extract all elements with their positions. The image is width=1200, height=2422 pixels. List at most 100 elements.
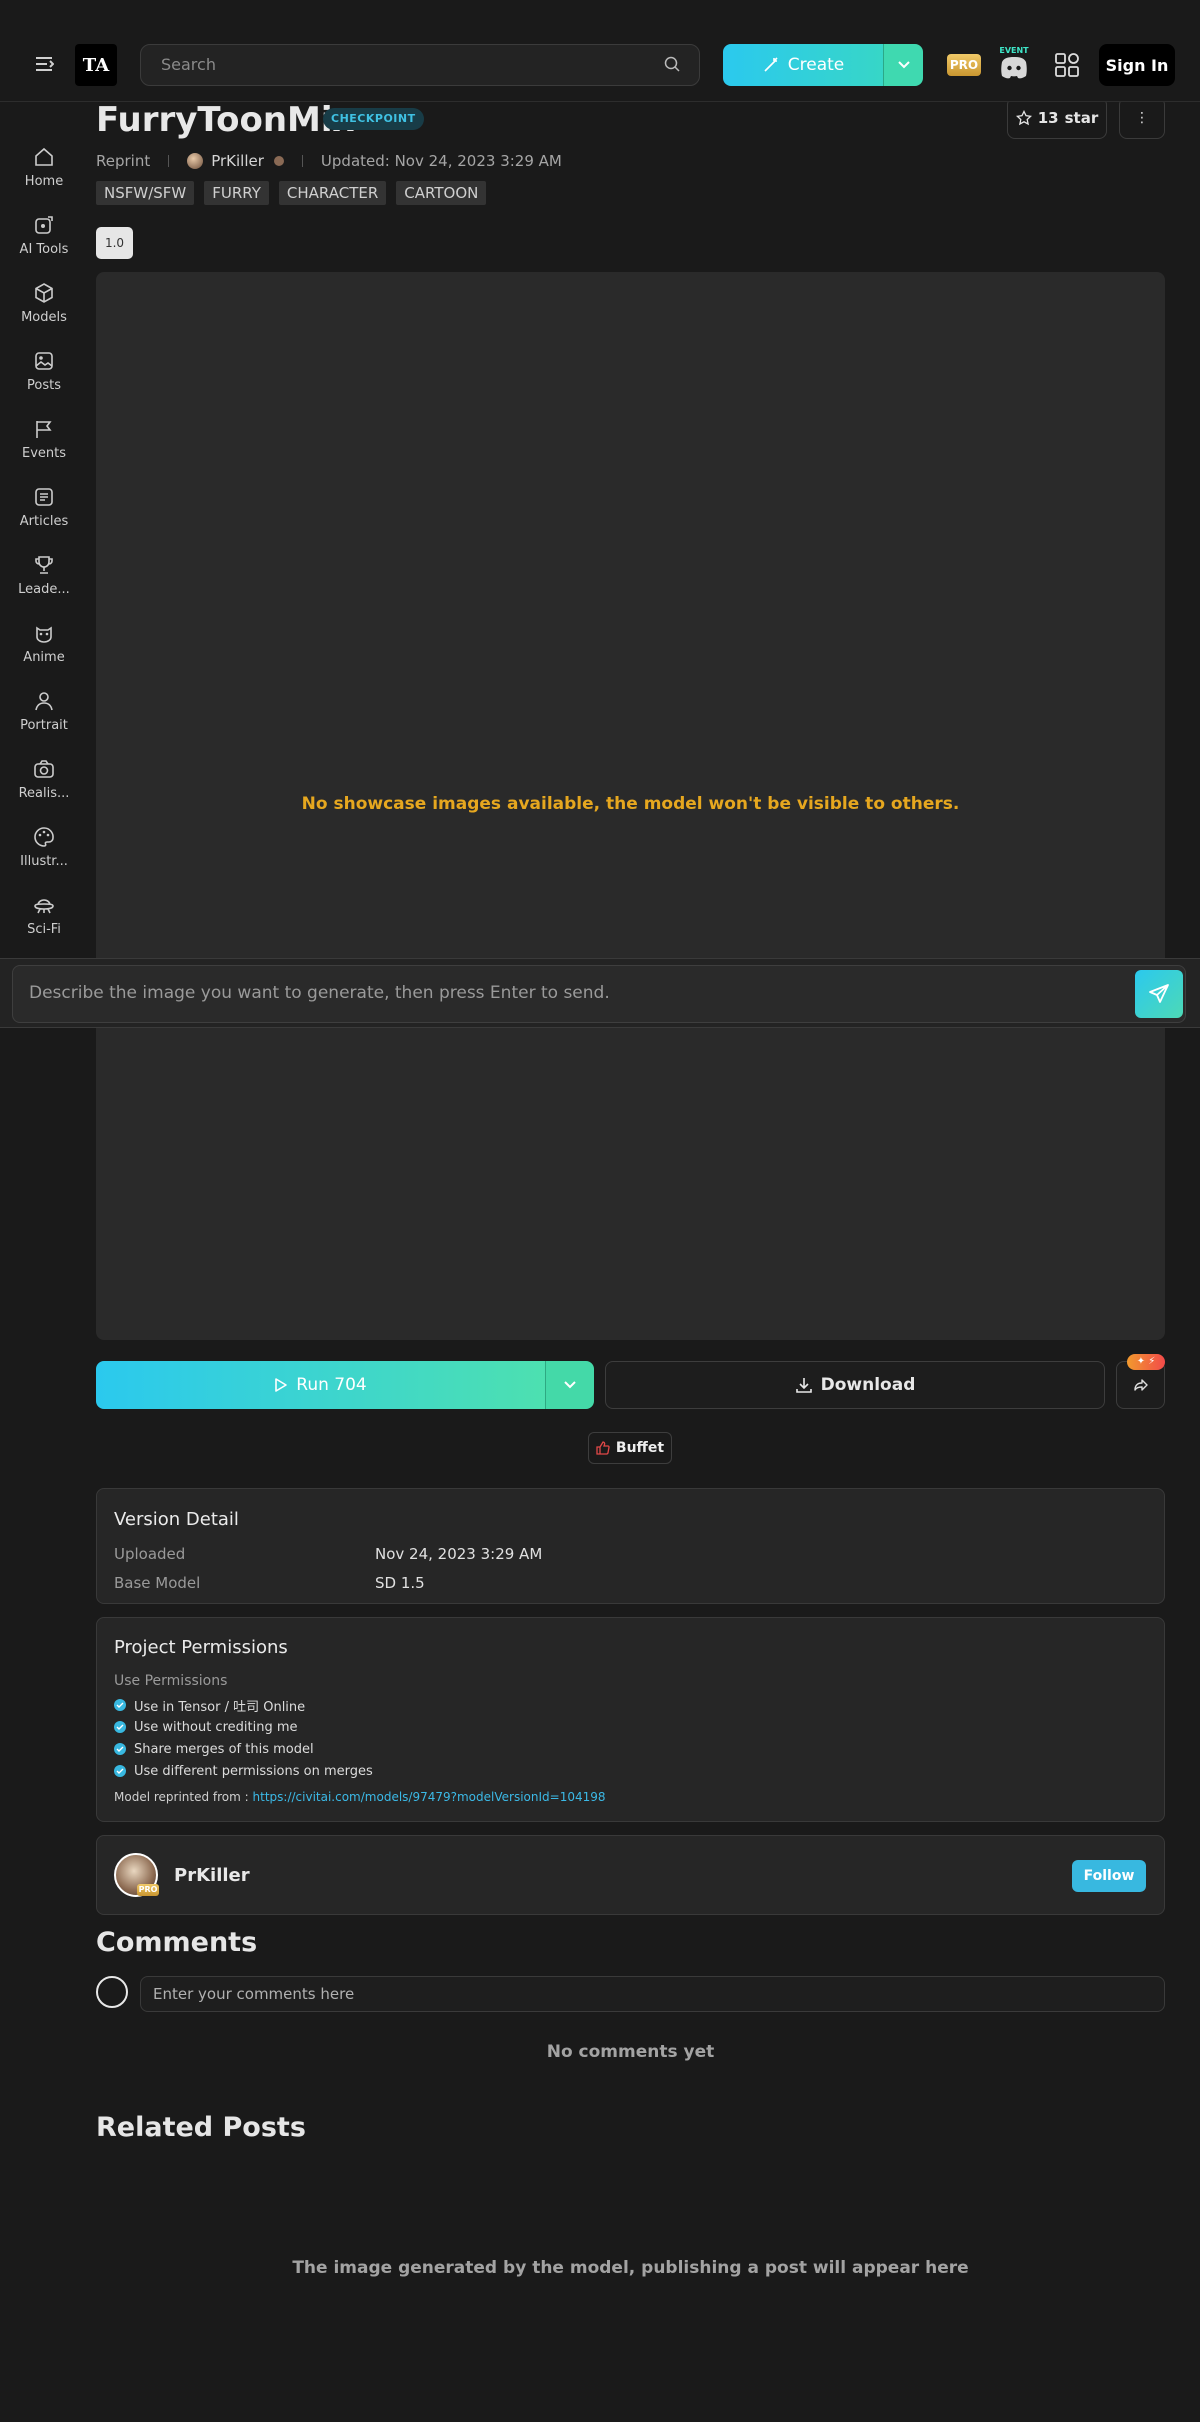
prompt-box [12, 965, 1186, 1023]
create-dropdown-button[interactable] [883, 44, 923, 86]
image-icon [35, 352, 53, 370]
site-logo[interactable]: TA [75, 44, 117, 86]
follow-button[interactable]: Follow [1072, 1860, 1146, 1892]
tag[interactable]: CHARACTER [278, 181, 387, 205]
detail-value: SD 1.5 [375, 1574, 425, 1592]
showcase-empty-message: No showcase images available, the model … [301, 794, 960, 814]
comment-field[interactable] [140, 1976, 1165, 2012]
author-name[interactable]: PrKiller [174, 1865, 250, 1886]
tag[interactable]: NSFW/SFW [96, 181, 195, 205]
share-reward-badge: ✦ ⚡ [1127, 1354, 1165, 1370]
chevron-down-icon [564, 1381, 576, 1389]
detail-label: Base Model [114, 1574, 201, 1592]
sidebar-item-events[interactable]: Events [0, 418, 88, 478]
permission-item: Use different permissions on merges [114, 1762, 373, 1780]
prompt-input[interactable] [29, 983, 1109, 1003]
version-tab[interactable]: 1.0 [96, 227, 133, 259]
sidebar-item-realistic[interactable]: Realis... [0, 758, 88, 818]
prompt-bar [0, 958, 1200, 1028]
buffet-button[interactable]: Buffet [588, 1432, 672, 1464]
sidebar-item-models[interactable]: Models [0, 282, 88, 342]
sidebar-item-articles[interactable]: Articles [0, 486, 88, 546]
permission-text: Use different permissions on merges [134, 1763, 373, 1779]
related-empty-message: The image generated by the model, publis… [292, 2258, 969, 2278]
magic-wand-icon [764, 57, 778, 72]
sidebar-item-label: Models [21, 310, 67, 325]
model-type-badge: CHECKPOINT [323, 108, 424, 130]
top-header: TA Create PRO EVENT Sign In [0, 0, 1200, 102]
ai-tools-icon [35, 216, 53, 234]
run-button[interactable]: Run 704 [96, 1361, 545, 1409]
reprint-link[interactable]: https://civitai.com/models/97479?modelVe… [253, 1790, 606, 1804]
share-icon [1133, 1379, 1148, 1391]
sidebar-item-label: AI Tools [19, 242, 69, 257]
send-button[interactable] [1135, 970, 1183, 1018]
create-button[interactable]: Create [723, 44, 883, 86]
pro-badge: PRO [137, 1884, 159, 1896]
sidebar-item-leaderboard[interactable]: Leade... [0, 554, 88, 614]
sidebar-item-posts[interactable]: Posts [0, 350, 88, 410]
person-icon [35, 692, 53, 711]
check-circle-icon [114, 1699, 126, 1711]
sidebar-item-anime[interactable]: Anime [0, 622, 88, 682]
sidebar-item-label: Articles [19, 514, 69, 529]
more-vertical-icon: ⋮ [1135, 110, 1149, 126]
tag[interactable]: FURRY [204, 181, 269, 205]
anime-icon [36, 626, 52, 643]
search-icon[interactable] [663, 55, 681, 73]
pro-badge[interactable]: PRO [947, 54, 981, 76]
updated-date: Updated: Nov 24, 2023 3:29 AM [320, 152, 562, 170]
download-button[interactable]: Download [605, 1361, 1105, 1409]
permission-item: Use in Tensor / 吐司 Online [114, 1696, 306, 1715]
search-bar[interactable] [140, 44, 700, 86]
flag-icon [36, 421, 52, 438]
sidebar-item-illustration[interactable]: Illustr... [0, 826, 88, 886]
sidebar-item-label: Leade... [18, 582, 70, 597]
star-label: star [1064, 109, 1099, 127]
more-options-button[interactable]: ⋮ [1119, 97, 1165, 139]
star-icon [1015, 110, 1032, 126]
download-icon [795, 1378, 812, 1393]
run-dropdown-button[interactable] [545, 1361, 594, 1409]
author-avatar-small[interactable] [187, 153, 204, 169]
download-label: Download [820, 1375, 916, 1395]
home-icon [35, 147, 53, 166]
card-title: Version Detail [114, 1509, 239, 1530]
tag-list: NSFW/SFW FURRY CHARACTER CARTOON [96, 181, 487, 205]
sidebar-item-sci-fi[interactable]: Sci-Fi [0, 894, 88, 954]
discord-event-icon[interactable] [998, 48, 1030, 82]
sidebar-item-home[interactable]: Home [0, 146, 88, 206]
model-meta: Reprint PrKiller Updated: Nov 24, 2023 3… [96, 150, 562, 172]
search-input[interactable] [161, 55, 641, 74]
author-badge-icon [273, 156, 284, 166]
thumbs-up-icon [596, 1441, 610, 1455]
avatar [96, 1976, 128, 2008]
permission-text: Use in Tensor / 吐司 Online [134, 1699, 306, 1715]
star-button[interactable]: 13 star [1007, 97, 1107, 139]
related-posts-heading: Related Posts [96, 2112, 306, 2143]
sign-in-button[interactable]: Sign In [1099, 44, 1175, 86]
author-link[interactable]: PrKiller [211, 152, 264, 170]
permission-item: Use without crediting me [114, 1718, 297, 1736]
author-card: PRO PrKiller Follow [96, 1835, 1165, 1915]
permissions-card: Project Permissions Use Permissions Use … [96, 1617, 1165, 1822]
reprint-label: Model reprinted from : [114, 1790, 249, 1804]
permission-text: Use without crediting me [134, 1719, 298, 1735]
comment-input[interactable] [153, 1985, 1143, 2003]
divider [301, 155, 303, 167]
menu-toggle-button[interactable] [32, 55, 56, 75]
logo-text: TA [82, 54, 110, 76]
buffet-label: Buffet [615, 1440, 665, 1456]
tag[interactable]: CARTOON [396, 181, 487, 205]
sidebar-item-portrait[interactable]: Portrait [0, 690, 88, 750]
version-detail-card: Version Detail Uploaded Nov 24, 2023 3:2… [96, 1488, 1165, 1604]
comments-heading: Comments [96, 1927, 258, 1958]
card-title: Project Permissions [114, 1637, 288, 1658]
menu-icon [36, 57, 55, 71]
apps-grid-icon[interactable] [1053, 51, 1081, 79]
no-comments-message: No comments yet [546, 2042, 715, 2062]
ufo-icon [34, 899, 54, 914]
sidebar-item-ai-tools[interactable]: AI Tools [0, 214, 88, 274]
trophy-icon [35, 556, 53, 574]
model-title: FurryToonMix [96, 100, 355, 140]
